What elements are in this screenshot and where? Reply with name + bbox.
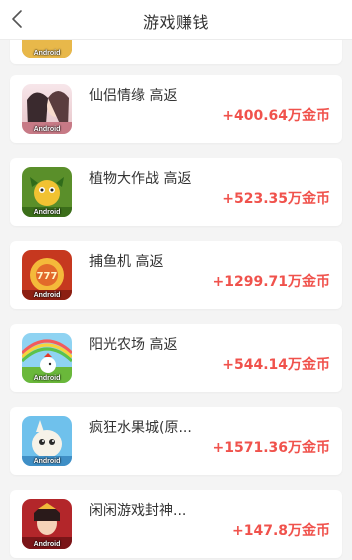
svg-text:777: 777 bbox=[37, 271, 58, 282]
game-name: 闲闲游戏封神... bbox=[89, 503, 187, 519]
top-navigation-bar: 游戏赚钱 bbox=[0, 0, 352, 40]
reward-amount: +523.35万金币 bbox=[222, 191, 330, 207]
game-list[interactable]: Android Android 仙侣情缘 高返 +400.64万金币 Andro… bbox=[0, 0, 352, 560]
game-card[interactable]: Android 闲闲游戏封神... +147.8万金币 bbox=[10, 490, 342, 558]
game-card[interactable]: Android 仙侣情缘 高返 +400.64万金币 bbox=[10, 75, 342, 143]
game-card[interactable]: Android 植物大作战 高返 +523.35万金币 bbox=[10, 158, 342, 226]
android-tag: Android bbox=[33, 209, 61, 216]
app-icon: Android bbox=[22, 167, 72, 217]
app-icon: Android bbox=[22, 416, 72, 466]
app-icon: Android bbox=[22, 499, 72, 549]
reward-amount: +544.14万金币 bbox=[222, 357, 330, 373]
game-name: 疯狂水果城(原... bbox=[89, 420, 192, 436]
android-tag: Android bbox=[33, 458, 61, 465]
page-title: 游戏赚钱 bbox=[142, 13, 209, 32]
game-card[interactable]: 777 Android 捕鱼机 高返 +1299.71万金币 bbox=[10, 241, 342, 309]
game-name: 阳光农场 高返 bbox=[89, 337, 178, 353]
android-tag: Android bbox=[33, 50, 61, 57]
game-card[interactable]: Android 阳光农场 高返 +544.14万金币 bbox=[10, 324, 342, 392]
app-icon: 777 Android bbox=[22, 250, 72, 300]
reward-amount: +147.8万金币 bbox=[231, 523, 330, 539]
reward-amount: +1571.36万金币 bbox=[212, 440, 331, 456]
android-tag: Android bbox=[33, 541, 61, 548]
app-icon: Android bbox=[22, 84, 72, 134]
android-tag: Android bbox=[33, 126, 61, 133]
game-name: 仙侣情缘 高返 bbox=[89, 88, 178, 104]
game-name: 捕鱼机 高返 bbox=[89, 254, 164, 270]
game-card[interactable]: Android 疯狂水果城(原... +1571.36万金币 bbox=[10, 407, 342, 475]
game-name: 植物大作战 高返 bbox=[89, 171, 192, 187]
android-tag: Android bbox=[33, 292, 61, 299]
app-icon: Android bbox=[22, 333, 72, 383]
reward-amount: +1299.71万金币 bbox=[212, 274, 331, 290]
android-tag: Android bbox=[33, 375, 61, 382]
reward-amount: +400.64万金币 bbox=[222, 108, 330, 124]
